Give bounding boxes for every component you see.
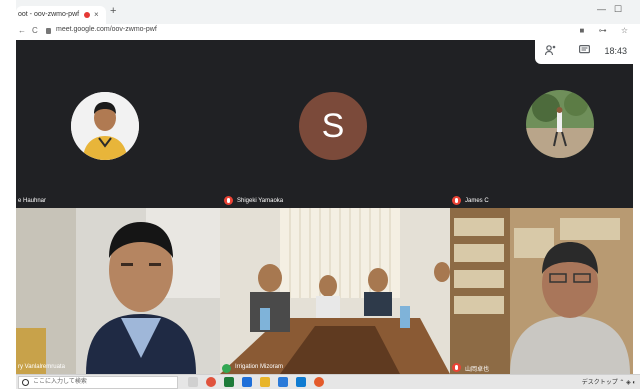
- recording-dot-icon: [84, 12, 90, 18]
- chrome-icon[interactable]: [314, 377, 324, 387]
- video-feed: [16, 208, 220, 374]
- participant-name: ry Vanlalremruata: [18, 364, 65, 370]
- system-tray[interactable]: デスクトップ ⌃ ◈ ◐: [582, 377, 636, 386]
- lock-icon: [46, 28, 51, 34]
- participant-name: Shigeki Yamaoka: [237, 198, 284, 204]
- participant-name: 山岡卓也: [465, 367, 490, 373]
- search-icon: [22, 379, 29, 386]
- task-view-icon[interactable]: [188, 377, 198, 387]
- explorer-icon[interactable]: [260, 377, 270, 387]
- address-bar: ← C meet.google.com/oov-zwmo-pwf ■ ⊶ ☆: [16, 24, 640, 40]
- participant-tile-3[interactable]: James C: [450, 64, 633, 208]
- participant-name: Irrigation Mizoram: [235, 364, 284, 370]
- tray-label: デスクトップ: [581, 380, 618, 386]
- participant-tile-4[interactable]: ry Vanlalremruata: [16, 208, 220, 374]
- avatar: [526, 90, 594, 158]
- tab-close-button[interactable]: ×: [94, 6, 99, 24]
- minimize-icon[interactable]: —: [597, 4, 606, 14]
- initial-avatar: S: [299, 92, 367, 160]
- edge-icon[interactable]: [242, 377, 252, 387]
- participant-tile-1[interactable]: e Hauhnar: [16, 64, 220, 208]
- url-field[interactable]: meet.google.com/oov-zwmo-pwf: [56, 26, 157, 33]
- search-placeholder: ここに入力して検索: [33, 379, 87, 385]
- new-tab-button[interactable]: +: [110, 5, 116, 17]
- meet-stage: 18:43 e Hauhnar S Shigeki Yamaoka James …: [16, 40, 633, 374]
- video-feed: [450, 208, 633, 374]
- browser-chrome: oot - oov-zwmo-pwf × + — ☐ ← C meet.goog…: [16, 0, 640, 40]
- participant-tile-6[interactable]: 山岡卓也: [450, 208, 633, 374]
- video-feed: [220, 208, 450, 374]
- meet-top-bar: 18:43: [535, 40, 633, 64]
- taskbar-search-box[interactable]: ここに入力して検索: [18, 376, 178, 389]
- tab-title: oot - oov-zwmo-pwf: [18, 11, 80, 18]
- meeting-clock: 18:43: [604, 46, 627, 56]
- participant-name: James C: [465, 198, 489, 204]
- app-icon[interactable]: [206, 377, 216, 387]
- tray-icons: ⌃ ◈ ◐: [619, 380, 636, 386]
- windows-taskbar: ここに入力して検索 デスクトップ ⌃ ◈ ◐: [16, 374, 640, 389]
- browser-tab[interactable]: oot - oov-zwmo-pwf ×: [16, 6, 106, 24]
- maximize-icon[interactable]: ☐: [614, 4, 622, 15]
- participant-tile-2[interactable]: S Shigeki Yamaoka: [220, 64, 450, 208]
- muted-mic-icon: [452, 363, 461, 372]
- back-button[interactable]: ←: [18, 26, 26, 35]
- reload-button[interactable]: C: [32, 26, 38, 35]
- people-icon[interactable]: [544, 45, 557, 59]
- chat-icon[interactable]: [579, 45, 591, 58]
- muted-mic-icon: [224, 196, 233, 205]
- avatar: [71, 92, 139, 160]
- avatar-initial: S: [321, 107, 345, 145]
- speaking-indicator-icon: [222, 364, 231, 373]
- muted-mic-icon: [452, 196, 461, 205]
- participant-tile-5[interactable]: Irrigation Mizoram: [220, 208, 450, 374]
- word-icon[interactable]: [296, 377, 306, 387]
- excel-icon[interactable]: [224, 377, 234, 387]
- ie-icon[interactable]: [278, 377, 288, 387]
- participant-name: e Hauhnar: [18, 198, 47, 204]
- toolbar-icons[interactable]: ■ ⊶ ☆: [580, 26, 634, 35]
